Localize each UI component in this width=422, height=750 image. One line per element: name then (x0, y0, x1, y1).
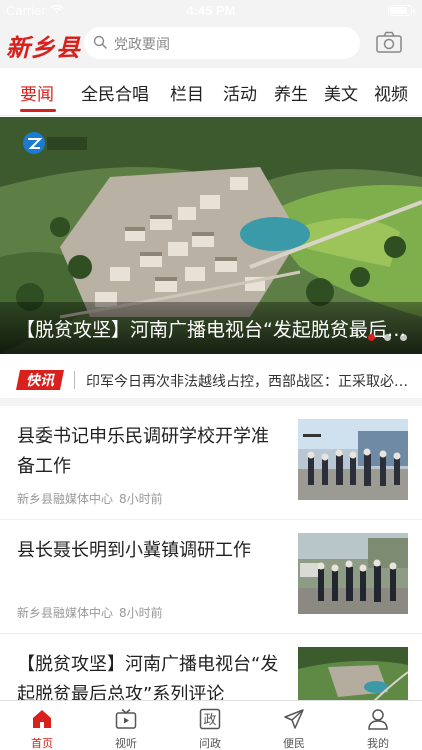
news-source: 新乡县融媒体中心 (17, 492, 114, 506)
news-thumbnail (298, 647, 408, 707)
battery-icon (388, 5, 415, 16)
featured-banner[interactable]: 【脱贫攻坚】河南广播电视台“发起脱贫最后总攻”系列评论 (0, 117, 422, 354)
home-icon (33, 710, 51, 728)
tab-health[interactable]: 养生 (274, 80, 308, 105)
news-source: 新乡县融媒体中心 (17, 606, 114, 620)
search-icon (93, 35, 107, 49)
flash-news-bar[interactable]: 快讯 印军今日再次非法越线占控，西部战区：正采取必要措施应对 (0, 356, 422, 406)
tab-events[interactable]: 活动 (223, 80, 257, 105)
camera-icon[interactable] (376, 31, 402, 53)
status-bar: Carrier 4:45 PM (0, 0, 422, 22)
tab-headlines[interactable]: 要闻 (20, 80, 54, 105)
nav-profile-label: 我的 (367, 737, 389, 750)
tv-icon (115, 708, 137, 729)
send-icon (284, 709, 304, 729)
nav-profile[interactable]: 我的 (336, 701, 420, 750)
app-logo: 新乡县 (6, 33, 81, 62)
tab-chorus[interactable]: 全民合唱 (81, 80, 149, 105)
nav-services-label: 便民 (283, 737, 305, 750)
nav-media[interactable]: 视听 (84, 701, 168, 750)
news-item[interactable]: 【脱贫攻坚】河南广播电视台“发起脱贫最后总攻”系列评论 (0, 634, 422, 707)
news-thumbnail (298, 419, 408, 500)
nav-services[interactable]: 便民 (252, 701, 336, 750)
news-title: 县长聂长明到小冀镇调研工作 (17, 540, 251, 561)
clock: 4:45 PM (186, 3, 236, 18)
flash-text: 印军今日再次非法越线占控，西部战区：正采取必要措施应对 (86, 374, 412, 390)
tab-video[interactable]: 视频 (374, 80, 408, 105)
channel-logo (23, 132, 87, 154)
nav-media-label: 视听 (115, 737, 137, 750)
app-header: Carrier 4:45 PM 新乡县 党政要闻 (0, 0, 422, 68)
news-meta: 新乡县融媒体中心 8小时前 (17, 490, 163, 507)
nav-home-label: 首页 (31, 737, 53, 750)
carousel-dot[interactable] (368, 334, 375, 341)
tab-essays[interactable]: 美文 (324, 80, 358, 105)
news-title: 县委书记申乐民调研学校开学准备工作 (17, 426, 269, 477)
nav-politics-label: 问政 (199, 737, 221, 750)
svg-text:政: 政 (203, 713, 216, 728)
bottom-nav: 首页 视听 政 问政 便民 我的 (0, 700, 422, 750)
search-placeholder: 党政要闻 (114, 37, 170, 53)
news-time: 8小时前 (119, 492, 163, 506)
news-thumbnail (298, 533, 408, 614)
nav-home[interactable]: 首页 (0, 701, 84, 750)
user-icon (368, 709, 388, 730)
news-time: 8小时前 (119, 606, 163, 620)
category-tabs: 要闻 全民合唱 栏目 活动 养生 美文 视频 (0, 68, 422, 116)
flash-badge: 快讯 (16, 370, 64, 390)
nav-politics[interactable]: 政 问政 (168, 701, 252, 750)
search-bar[interactable]: 党政要闻 (84, 27, 360, 59)
news-item[interactable]: 县长聂长明到小冀镇调研工作 新乡县融媒体中心 8小时前 (0, 520, 422, 634)
politics-icon: 政 (199, 708, 221, 730)
carousel-indicator (366, 334, 410, 342)
news-item[interactable]: 县委书记申乐民调研学校开学准备工作 新乡县融媒体中心 8小时前 (0, 406, 422, 520)
flash-badge-text: 快讯 (26, 372, 55, 389)
carousel-dot[interactable] (400, 334, 407, 341)
news-meta: 新乡县融媒体中心 8小时前 (17, 604, 163, 621)
carousel-dot[interactable] (384, 334, 391, 341)
active-tab-indicator (20, 109, 56, 112)
tab-columns[interactable]: 栏目 (170, 80, 204, 105)
divider (74, 371, 75, 389)
banner-caption: 【脱贫攻坚】河南广播电视台“发起脱贫最后总攻”系列评论 (16, 319, 412, 341)
